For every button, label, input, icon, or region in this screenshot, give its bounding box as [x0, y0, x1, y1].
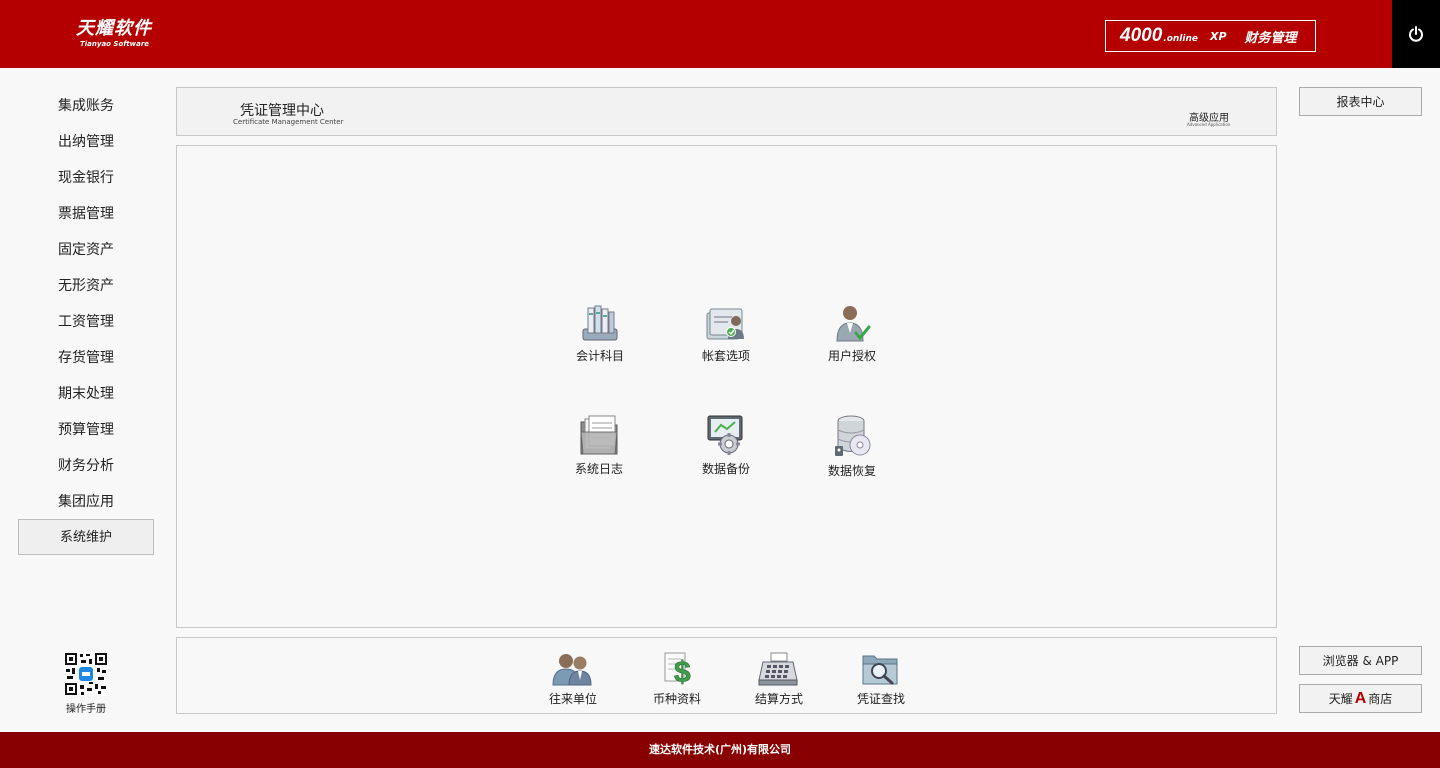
cash-register-icon	[758, 652, 798, 686]
top-header: 天耀软件 Tianyao Software 4000 .online XP 财务…	[0, 0, 1440, 68]
sidebar-item-cash-bank[interactable]: 现金银行	[18, 159, 154, 195]
tile-label: 凭证查找	[856, 692, 905, 706]
power-icon	[1409, 26, 1423, 42]
store-suffix: 商店	[1368, 692, 1393, 706]
badge-product-name: 财务管理	[1244, 30, 1297, 46]
data-backup-icon	[707, 415, 743, 455]
title-panel: 凭证管理中心 Certificate Management Center 高级应…	[176, 87, 1277, 136]
data-restore-icon	[835, 415, 871, 456]
tile-label: 结算方式	[754, 692, 803, 706]
tile-data-backup[interactable]: 数据备份	[686, 414, 766, 477]
sidebar-item-intangible-assets[interactable]: 无形资产	[18, 267, 154, 303]
advanced-app-subtext: Advanced Application	[1187, 122, 1231, 127]
tile-label: 数据恢复	[827, 464, 876, 478]
qr-code-icon	[64, 652, 108, 696]
currency-icon: $	[664, 652, 691, 686]
tile-accounting-subjects[interactable]: 会计科目	[560, 303, 640, 364]
sidebar-item-financial-analysis[interactable]: 财务分析	[18, 447, 154, 483]
bottom-panel: 往来单位 $ 币种资料 结算方式 凭证查找	[176, 637, 1277, 714]
logo-subtext: Tianyao Software	[80, 40, 150, 48]
tile-user-authorization[interactable]: 用户授权	[812, 303, 892, 364]
store-prefix: 天耀	[1328, 692, 1353, 706]
tile-data-restore[interactable]: 数据恢复	[812, 414, 892, 479]
tile-label: 用户授权	[827, 349, 876, 363]
manual-qr[interactable]: 操作手册	[54, 652, 118, 715]
account-set-icon	[706, 308, 744, 340]
tile-label: 帐套选项	[701, 349, 750, 363]
tile-label: 系统日志	[574, 462, 623, 476]
tile-contacts[interactable]: 往来单位	[533, 652, 613, 707]
ledger-books-icon	[582, 305, 618, 341]
footer-company: 速达软件技术(广州)有限公司	[0, 732, 1440, 768]
power-button[interactable]	[1392, 0, 1440, 68]
store-button[interactable]: 天耀 A 商店	[1299, 684, 1422, 713]
tile-label: 往来单位	[548, 692, 597, 706]
product-badge: 4000 .online XP 财务管理	[1105, 20, 1316, 52]
sidebar-item-cashier[interactable]: 出纳管理	[18, 123, 154, 159]
contacts-icon	[552, 654, 592, 686]
sidebar-item-payroll[interactable]: 工资管理	[18, 303, 154, 339]
folder-search-icon	[862, 655, 898, 685]
sidebar-item-integrated-accounts[interactable]: 集成账务	[18, 87, 154, 123]
sidebar-item-period-end[interactable]: 期末处理	[18, 375, 154, 411]
log-folder-icon	[580, 415, 618, 455]
sidebar-item-system-maintenance[interactable]: 系统维护	[18, 519, 154, 555]
tile-voucher-search[interactable]: 凭证查找	[841, 652, 921, 707]
page-subtitle: Certificate Management Center	[233, 118, 344, 126]
sidebar-nav: 集成账务 出纳管理 现金银行 票据管理 固定资产 无形资产 工资管理 存货管理 …	[18, 87, 154, 555]
user-authorize-icon	[836, 306, 871, 342]
sidebar-item-inventory[interactable]: 存货管理	[18, 339, 154, 375]
main-panel: 会计科目 帐套选项 用户授权 系统日志 数据备份 数据恢复	[176, 145, 1277, 628]
tile-system-log[interactable]: 系统日志	[559, 414, 639, 477]
tile-currency[interactable]: $ 币种资料	[637, 652, 717, 707]
badge-number: 4000	[1120, 25, 1163, 46]
qr-label: 操作手册	[66, 704, 106, 715]
badge-online: .online	[1163, 34, 1198, 44]
store-a-icon: A	[1354, 689, 1367, 707]
tile-label: 数据备份	[701, 462, 750, 476]
svg-text:$: $	[674, 656, 691, 686]
sidebar-item-group[interactable]: 集团应用	[18, 483, 154, 519]
badge-xp: XP	[1209, 29, 1227, 43]
tile-label: 币种资料	[652, 692, 701, 706]
browser-app-button[interactable]: 浏览器 & APP	[1299, 646, 1422, 675]
sidebar-item-budget[interactable]: 预算管理	[18, 411, 154, 447]
logo-text: 天耀软件	[76, 18, 152, 39]
report-center-button[interactable]: 报表中心	[1299, 87, 1422, 116]
sidebar-item-bills[interactable]: 票据管理	[18, 195, 154, 231]
sidebar-item-fixed-assets[interactable]: 固定资产	[18, 231, 154, 267]
app-logo: 天耀软件 Tianyao Software	[76, 18, 152, 48]
page-title: 凭证管理中心	[240, 103, 324, 119]
tile-label: 会计科目	[575, 349, 624, 363]
tile-settlement-method[interactable]: 结算方式	[739, 652, 819, 707]
tile-account-set-options[interactable]: 帐套选项	[686, 303, 766, 364]
